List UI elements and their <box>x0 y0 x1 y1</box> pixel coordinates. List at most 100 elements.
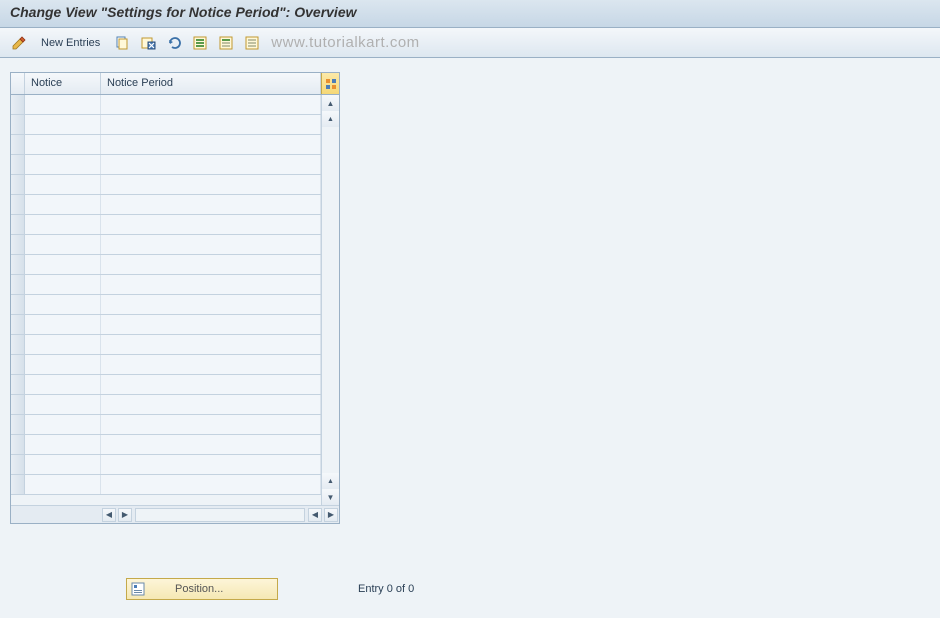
table-row[interactable] <box>11 255 321 275</box>
row-marker[interactable] <box>11 395 25 414</box>
deselect-all-button[interactable] <box>241 33 263 53</box>
cell-notice[interactable] <box>25 335 101 354</box>
cell-notice[interactable] <box>25 375 101 394</box>
table-row[interactable] <box>11 435 321 455</box>
table-row[interactable] <box>11 115 321 135</box>
cell-notice[interactable] <box>25 135 101 154</box>
table-row[interactable] <box>11 135 321 155</box>
table-row[interactable] <box>11 295 321 315</box>
row-marker[interactable] <box>11 155 25 174</box>
cell-period[interactable] <box>101 335 321 354</box>
row-marker[interactable] <box>11 275 25 294</box>
row-marker[interactable] <box>11 295 25 314</box>
scroll-down-button[interactable]: ▼ <box>322 489 339 505</box>
cell-period[interactable] <box>101 375 321 394</box>
table-row[interactable] <box>11 335 321 355</box>
cell-period[interactable] <box>101 175 321 194</box>
cell-period[interactable] <box>101 475 321 494</box>
cell-notice[interactable] <box>25 235 101 254</box>
cell-notice[interactable] <box>25 155 101 174</box>
cell-period[interactable] <box>101 215 321 234</box>
table-row[interactable] <box>11 315 321 335</box>
scroll-up-step-button[interactable]: ▲ <box>322 111 339 127</box>
scroll-left-end-button[interactable]: ◀ <box>102 508 116 522</box>
new-entries-button[interactable]: New Entries <box>34 33 107 53</box>
position-button[interactable]: Position... <box>126 578 278 600</box>
vscroll-track[interactable] <box>322 127 339 473</box>
row-marker[interactable] <box>11 315 25 334</box>
cell-period[interactable] <box>101 455 321 474</box>
scroll-right-end-button[interactable]: ▶ <box>324 508 338 522</box>
row-marker[interactable] <box>11 195 25 214</box>
row-marker[interactable] <box>11 415 25 434</box>
row-marker[interactable] <box>11 375 25 394</box>
row-marker[interactable] <box>11 355 25 374</box>
cell-period[interactable] <box>101 95 321 114</box>
table-row[interactable] <box>11 355 321 375</box>
horizontal-scrollbar[interactable]: ◀ ▶ ◀ ▶ <box>11 505 339 523</box>
table-row[interactable] <box>11 415 321 435</box>
cell-notice[interactable] <box>25 215 101 234</box>
row-marker[interactable] <box>11 215 25 234</box>
scroll-down-step-button[interactable]: ▲ <box>322 473 339 489</box>
cell-period[interactable] <box>101 195 321 214</box>
table-row[interactable] <box>11 175 321 195</box>
row-marker[interactable] <box>11 95 25 114</box>
cell-period[interactable] <box>101 255 321 274</box>
table-row[interactable] <box>11 195 321 215</box>
table-row[interactable] <box>11 275 321 295</box>
cell-notice[interactable] <box>25 395 101 414</box>
cell-notice[interactable] <box>25 275 101 294</box>
cell-period[interactable] <box>101 115 321 134</box>
toggle-change-button[interactable] <box>8 33 30 53</box>
table-row[interactable] <box>11 455 321 475</box>
cell-period[interactable] <box>101 355 321 374</box>
cell-notice[interactable] <box>25 315 101 334</box>
row-marker[interactable] <box>11 255 25 274</box>
column-header-notice[interactable]: Notice <box>25 73 101 94</box>
table-config-button[interactable] <box>321 73 339 94</box>
table-row[interactable] <box>11 475 321 495</box>
row-marker[interactable] <box>11 135 25 154</box>
cell-period[interactable] <box>101 155 321 174</box>
table-row[interactable] <box>11 215 321 235</box>
row-marker-header[interactable] <box>11 73 25 94</box>
row-marker[interactable] <box>11 235 25 254</box>
cell-notice[interactable] <box>25 475 101 494</box>
column-header-period[interactable]: Notice Period <box>101 73 321 94</box>
cell-notice[interactable] <box>25 175 101 194</box>
scroll-right-button[interactable]: ◀ <box>308 508 322 522</box>
row-marker[interactable] <box>11 175 25 194</box>
cell-period[interactable] <box>101 135 321 154</box>
row-marker[interactable] <box>11 335 25 354</box>
cell-period[interactable] <box>101 435 321 454</box>
cell-notice[interactable] <box>25 295 101 314</box>
cell-notice[interactable] <box>25 115 101 134</box>
undo-button[interactable] <box>163 33 185 53</box>
cell-period[interactable] <box>101 415 321 434</box>
vertical-scrollbar[interactable]: ▲ ▲ ▲ ▼ <box>321 95 339 505</box>
table-row[interactable] <box>11 235 321 255</box>
row-marker[interactable] <box>11 115 25 134</box>
cell-period[interactable] <box>101 295 321 314</box>
cell-notice[interactable] <box>25 355 101 374</box>
cell-notice[interactable] <box>25 455 101 474</box>
cell-notice[interactable] <box>25 95 101 114</box>
select-all-button[interactable] <box>189 33 211 53</box>
cell-notice[interactable] <box>25 255 101 274</box>
cell-period[interactable] <box>101 395 321 414</box>
row-marker[interactable] <box>11 475 25 494</box>
cell-notice[interactable] <box>25 415 101 434</box>
table-row[interactable] <box>11 155 321 175</box>
table-row[interactable] <box>11 95 321 115</box>
scroll-left-button[interactable]: ▶ <box>118 508 132 522</box>
cell-period[interactable] <box>101 315 321 334</box>
row-marker[interactable] <box>11 435 25 454</box>
copy-button[interactable] <box>111 33 133 53</box>
table-row[interactable] <box>11 375 321 395</box>
table-row[interactable] <box>11 395 321 415</box>
cell-notice[interactable] <box>25 195 101 214</box>
select-block-button[interactable] <box>215 33 237 53</box>
delete-button[interactable] <box>137 33 159 53</box>
hscroll-track[interactable] <box>135 508 305 522</box>
